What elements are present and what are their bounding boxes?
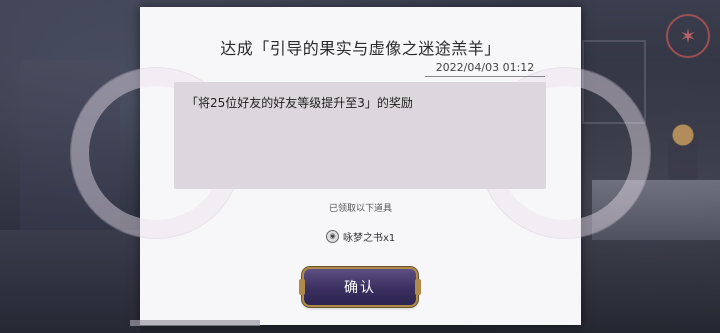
background-floor: [0, 230, 140, 333]
emblem-icon: ✶: [666, 14, 710, 58]
confirm-button[interactable]: 确认: [299, 269, 421, 305]
reward-item: ◉ 咏梦之书x1: [326, 229, 395, 244]
reward-dialog: 达成「引导的果实与虚像之迷途羔羊」 2022/04/03 01:12 「将25位…: [70, 7, 651, 325]
reward-message: 「将25位好友的好友等级提升至3」的奖励: [186, 96, 413, 110]
message-box: 「将25位好友的好友等级提升至3」的奖励: [174, 82, 546, 189]
book-coin-icon: ◉: [326, 230, 339, 243]
achievement-date: 2022/04/03 01:12: [425, 60, 545, 77]
dialog-title: 达成「引导的果实与虚像之迷途羔羊」: [220, 39, 501, 58]
reward-item-name: 咏梦之书x1: [343, 233, 396, 244]
background-character: [668, 120, 698, 180]
background-strip: [130, 320, 260, 326]
received-items-label: 已领取以下道具: [328, 204, 392, 214]
